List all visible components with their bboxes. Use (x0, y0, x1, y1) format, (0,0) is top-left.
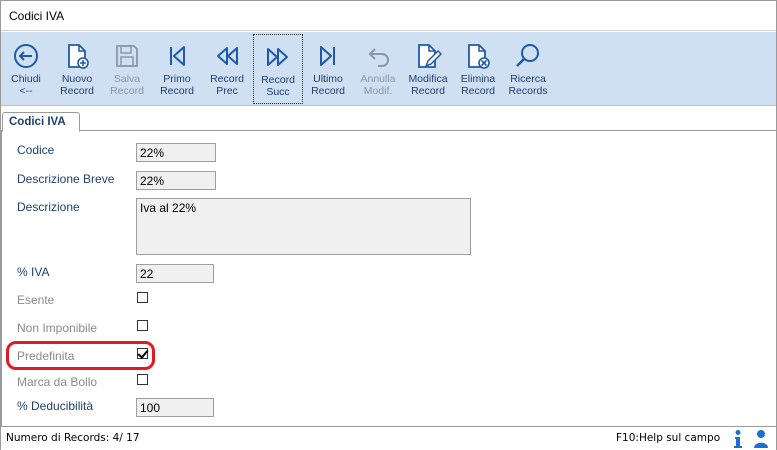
codice-label: Codice (17, 143, 55, 157)
marca-da-bollo-label: Marca da Bollo (17, 375, 98, 389)
annulla-modifiche-button[interactable]: Annulla Modif. (353, 34, 403, 104)
status-bar: Numero di Records: 4/ 17 F10:Help sul ca… (1, 426, 776, 450)
info-icon[interactable] (731, 429, 745, 449)
title-bar: Codici IVA (1, 1, 776, 31)
non-imponibile-label: Non Imponibile (17, 321, 98, 335)
nuovo-record-button[interactable]: Nuovo Record (52, 34, 102, 104)
primo-record-button[interactable]: Primo Record (152, 34, 202, 104)
salva-label: Salva Record (110, 73, 144, 97)
predefinita-highlight-annotation (6, 341, 155, 370)
record-counter: Numero di Records: 4/ 17 (6, 432, 140, 444)
esente-checkbox[interactable] (137, 292, 148, 303)
delete-document-icon (468, 44, 490, 69)
search-icon (516, 44, 539, 67)
elimina-record-button[interactable]: Elimina Record (453, 34, 503, 104)
ultimo-record-button[interactable]: Ultimo Record (303, 34, 353, 104)
deducibilita-field[interactable]: 100 (136, 398, 214, 417)
record-form: Codice 22% Descrizione Breve 22% Descriz… (1, 131, 776, 426)
descrizione-breve-field[interactable]: 22% (136, 171, 216, 190)
codice-field[interactable]: 22% (136, 143, 216, 162)
descrizione-textarea[interactable]: Iva al 22% (136, 198, 471, 255)
app-window: Codici IVA Chiudi <-- Nuovo Record Salva… (0, 0, 777, 450)
iva-label: % IVA (17, 265, 50, 279)
primo-label: Primo Record (160, 73, 194, 97)
ricerca-label: Ricerca Records (508, 73, 548, 97)
tab-bar: Codici IVA (1, 107, 776, 132)
save-disk-icon (116, 45, 138, 67)
chiudi-button[interactable]: Chiudi <-- (1, 34, 51, 104)
new-document-icon (68, 44, 89, 69)
non-imponibile-checkbox[interactable] (137, 320, 148, 331)
nuovo-label: Nuovo Record (60, 73, 94, 97)
previous-record-icon (217, 47, 238, 65)
last-record-icon (320, 46, 335, 66)
succ-label: Record Succ (261, 74, 295, 98)
record-succ-button[interactable]: Record Succ (253, 34, 303, 104)
prec-label: Record Prec (210, 73, 244, 97)
help-hint: F10:Help sul campo (616, 432, 721, 444)
descrizione-label: Descrizione (17, 200, 80, 214)
first-record-icon (170, 46, 185, 66)
window-title: Codici IVA (9, 9, 65, 23)
chiudi-label: Chiudi <-- (11, 73, 41, 97)
salva-record-button[interactable]: Salva Record (102, 34, 152, 104)
esente-label: Esente (17, 293, 55, 307)
marca-da-bollo-checkbox[interactable] (137, 374, 148, 385)
descrizione-breve-label: Descrizione Breve (17, 172, 115, 186)
modifica-record-button[interactable]: Modifica Record (403, 34, 453, 104)
user-icon[interactable] (753, 429, 769, 449)
back-arrow-icon (14, 44, 38, 68)
modifica-label: Modifica Record (408, 73, 448, 97)
elimina-label: Elimina Record (460, 73, 496, 97)
ultimo-label: Ultimo Record (311, 73, 345, 97)
ricerca-records-button[interactable]: Ricerca Records (503, 34, 553, 104)
toolbar: Chiudi <-- Nuovo Record Salva Record Pri… (1, 32, 776, 106)
tab-label: Codici IVA (9, 116, 66, 128)
undo-icon (368, 48, 389, 67)
deducibilita-label: % Deducibilità (17, 399, 94, 413)
annulla-label: Annulla Modif. (360, 73, 396, 97)
edit-document-icon (418, 44, 442, 68)
iva-field[interactable]: 22 (136, 264, 214, 283)
next-record-icon (267, 48, 288, 66)
record-prec-button[interactable]: Record Prec (202, 34, 252, 104)
tab-codici-iva[interactable]: Codici IVA (2, 112, 80, 132)
